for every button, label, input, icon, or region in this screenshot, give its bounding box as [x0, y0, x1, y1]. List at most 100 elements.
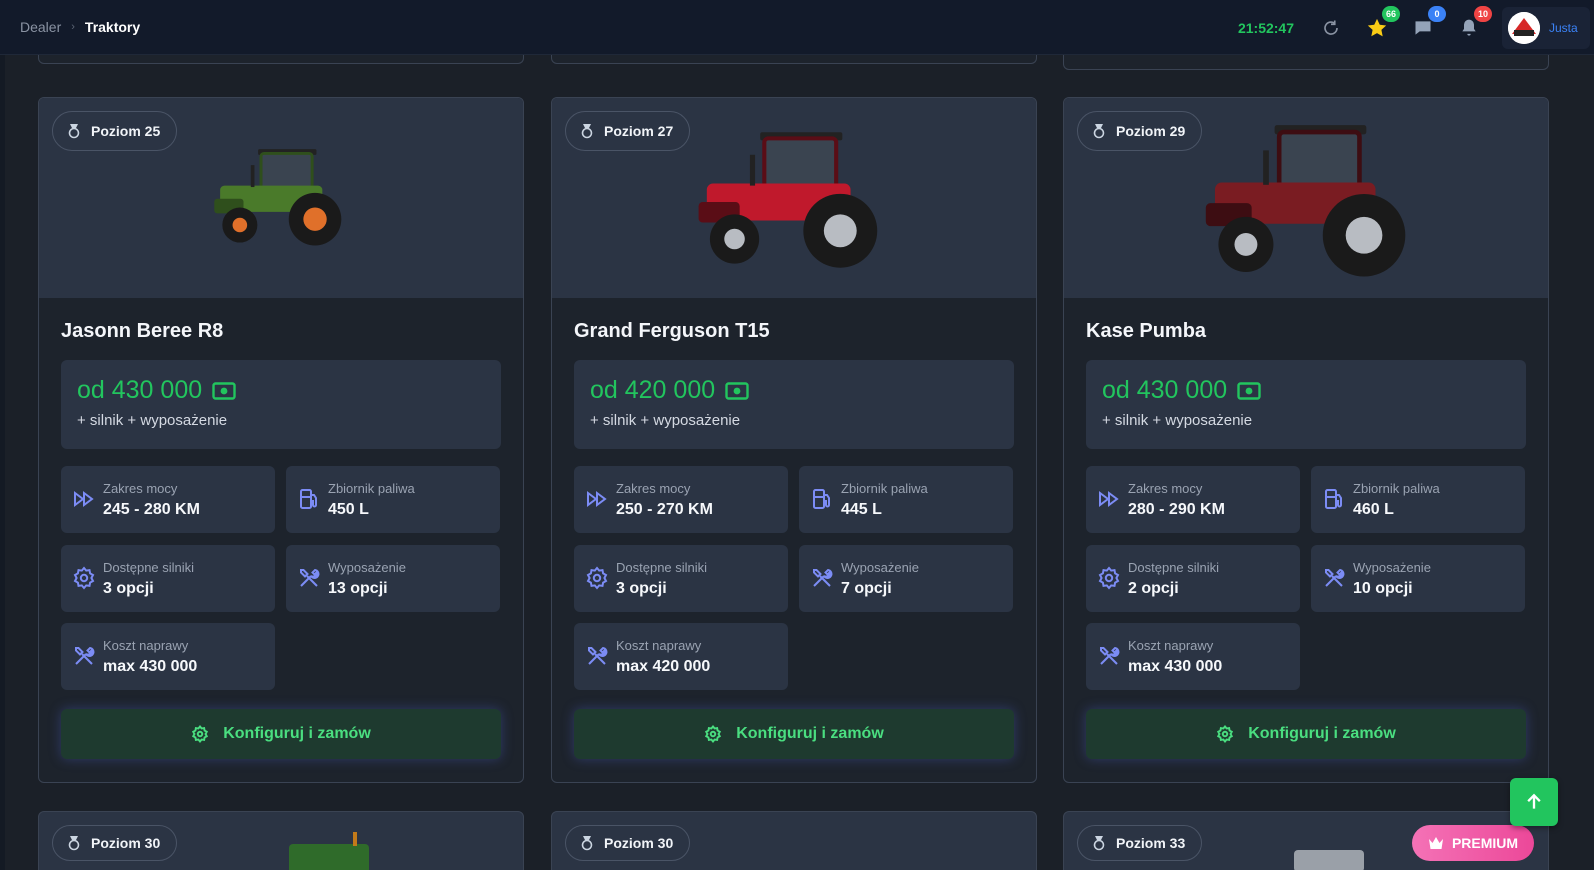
scroll-to-top-button[interactable]: [1510, 778, 1558, 826]
bell-icon: [1462, 19, 1476, 35]
configure-order-button[interactable]: Konfiguruj i zamów: [61, 709, 501, 759]
stat-value: 280 - 290 KM: [1128, 501, 1225, 518]
level-label: Poziom 25: [91, 123, 161, 139]
messages-button[interactable]: 0: [1410, 5, 1446, 41]
stat-value: max 430 000: [103, 658, 198, 675]
breadcrumb: Dealer › Traktory: [20, 19, 140, 35]
stat-equipment: Wyposażenie 7 opcji: [799, 545, 1013, 612]
settings-gear-icon: [192, 725, 209, 743]
stat-power-range: Zakres mocy 250 - 270 KM: [574, 466, 788, 533]
stat-fuel-tank: Zbiornik paliwa 450 L: [286, 466, 500, 533]
settings-gear-icon: [705, 725, 722, 743]
engine-gear-icon: [1098, 566, 1120, 590]
tractor-card: Poziom 25 Jasonn Beree R8 od 430 000 + siln…: [38, 97, 524, 783]
price-box: od 430 000 + silnik + wyposażenie: [1086, 360, 1526, 449]
stat-label: Zbiornik paliwa: [1353, 481, 1440, 496]
fuel-pump-icon: [1325, 489, 1342, 509]
favorites-badge: 66: [1381, 5, 1400, 22]
stat-equipment: Wyposażenie 10 opcji: [1311, 545, 1525, 612]
stat-power-range: Zakres mocy 245 - 280 KM: [61, 466, 275, 533]
stat-engines: Dostępne silniki 2 opcji: [1086, 545, 1300, 612]
configure-order-label: Konfiguruj i zamów: [223, 725, 371, 742]
stat-label: Dostępne silniki: [103, 560, 195, 575]
price: od 430 000: [77, 376, 236, 405]
tractor-name: Jasonn Beree R8: [61, 320, 224, 342]
card-image-area: Poziom 27: [552, 98, 1036, 298]
stat-repair-cost: Koszt naprawy max 430 000: [1086, 623, 1300, 690]
price: od 430 000: [1102, 376, 1261, 405]
stat-value: 445 L: [841, 501, 882, 518]
stat-engines: Dostępne silniki 3 opcji: [61, 545, 275, 612]
refresh-icon[interactable]: [1318, 15, 1344, 41]
header-actions: 21:52:47 66 0 10 Justa: [1238, 0, 1594, 55]
cash-icon: [1237, 381, 1261, 400]
price-box: od 420 000 + silnik + wyposażenie: [574, 360, 1014, 449]
cash-icon: [212, 381, 236, 400]
stat-value: 460 L: [1353, 501, 1394, 518]
tractor-name: Grand Ferguson T15: [574, 320, 770, 342]
price-box: od 430 000 + silnik + wyposażenie: [61, 360, 501, 449]
stat-engines: Dostępne silniki 3 opcji: [574, 545, 788, 612]
stat-value: 2 opcji: [1128, 580, 1179, 597]
tractor-image: [214, 149, 342, 246]
sidebar-edge: [0, 55, 5, 870]
tools-icon: [1100, 646, 1120, 665]
stat-label: Koszt naprawy: [616, 638, 702, 653]
top-bar: Dealer › Traktory 21:52:47 66 0 10 Justa: [0, 0, 1594, 55]
tractor-card-next: Poziom 30: [551, 811, 1037, 870]
avatar: [1508, 11, 1540, 44]
level-label: Poziom 29: [1116, 123, 1186, 139]
fast-forward-icon: [587, 491, 607, 507]
premium-label: PREMIUM: [1451, 835, 1519, 851]
fuel-pump-icon: [813, 489, 830, 509]
fuel-pump-icon: [300, 489, 317, 509]
configure-order-button[interactable]: Konfiguruj i zamów: [1086, 709, 1526, 759]
engine-gear-icon: [73, 566, 95, 590]
stat-value: 10 opcji: [1353, 580, 1413, 597]
level-label: Poziom 33: [1116, 835, 1186, 851]
stat-value: max 420 000: [616, 658, 711, 675]
fast-forward-icon: [74, 491, 94, 507]
stat-value: 3 opcji: [103, 580, 154, 597]
stat-label: Zbiornik paliwa: [841, 481, 928, 496]
price-subtitle: + silnik + wyposażenie: [77, 412, 228, 429]
card-image-area: Poziom 29: [1064, 98, 1548, 298]
notifications-badge: 10: [1473, 5, 1492, 22]
clock: 21:52:47: [1237, 19, 1294, 36]
breadcrumb-separator: ›: [71, 21, 75, 33]
price-value: od 430 000: [77, 376, 203, 404]
stat-value: 7 opcji: [841, 580, 892, 597]
stat-value: 450 L: [328, 501, 369, 518]
user-menu[interactable]: Justa: [1502, 6, 1590, 49]
stat-fuel-tank: Zbiornik paliwa 460 L: [1311, 466, 1525, 533]
stat-value: 13 opcji: [328, 580, 388, 597]
price: od 420 000: [590, 376, 749, 405]
configure-order-button[interactable]: Konfiguruj i zamów: [574, 709, 1014, 759]
stat-equipment: Wyposażenie 13 opcji: [286, 545, 500, 612]
settings-gear-icon: [1217, 725, 1234, 743]
stat-label: Wyposażenie: [1353, 560, 1431, 575]
price-value: od 420 000: [590, 376, 716, 404]
stat-value: 245 - 280 KM: [103, 501, 200, 518]
stat-label: Koszt naprawy: [103, 638, 189, 653]
tractor-card: Poziom 29 Kase Pumba od 430 000 + silnik + …: [1063, 97, 1549, 783]
stat-label: Zakres mocy: [616, 481, 691, 496]
tractor-card-next: Poziom 30: [38, 811, 524, 870]
price-value: od 430 000: [1102, 376, 1228, 404]
stat-repair-cost: Koszt naprawy max 430 000: [61, 623, 275, 690]
stat-value: 3 opcji: [616, 580, 667, 597]
stat-label: Dostępne silniki: [616, 560, 708, 575]
premium-badge: PREMIUM: [1412, 825, 1534, 861]
notifications-button[interactable]: 10: [1456, 5, 1492, 41]
stat-label: Zakres mocy: [103, 481, 178, 496]
stat-label: Zakres mocy: [1128, 481, 1203, 496]
level-pill: Poziom 29: [1077, 111, 1203, 151]
medal-icon: [1093, 836, 1105, 851]
stat-label: Dostępne silniki: [1128, 560, 1220, 575]
level-pill: Poziom 27: [565, 111, 691, 151]
breadcrumb-dealer[interactable]: Dealer: [20, 19, 61, 35]
favorites-button[interactable]: 66: [1364, 5, 1400, 41]
stat-label: Koszt naprawy: [1128, 638, 1214, 653]
stat-label: Wyposażenie: [328, 560, 406, 575]
level-pill: Poziom 25: [52, 111, 178, 151]
